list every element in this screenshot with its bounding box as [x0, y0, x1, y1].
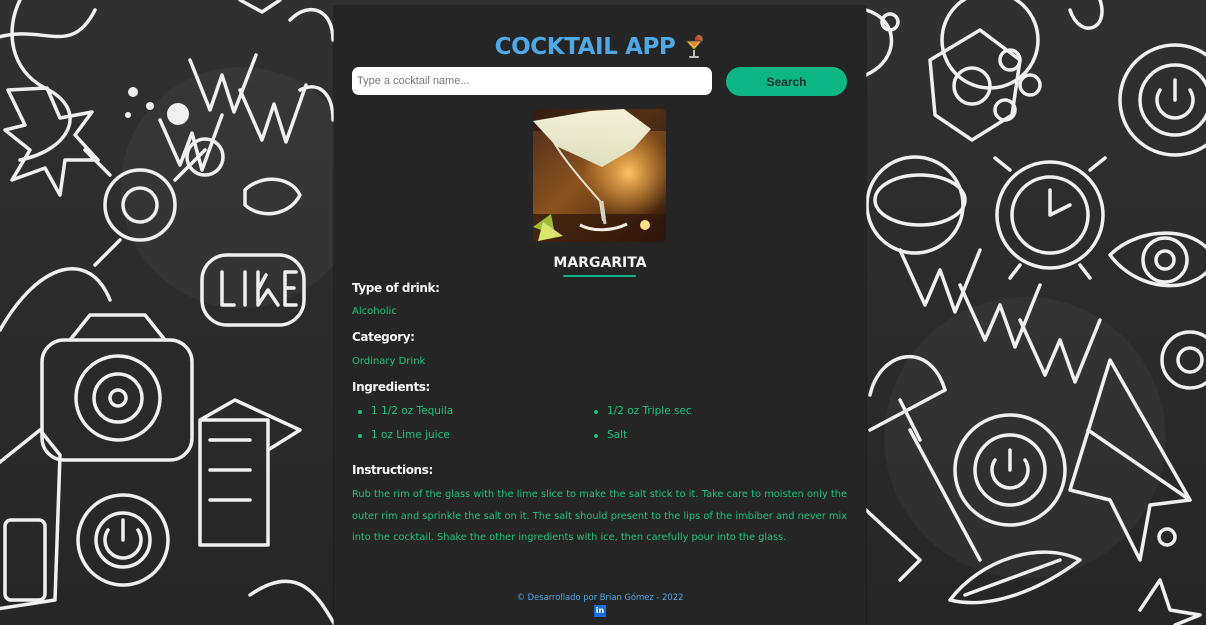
search-button[interactable]: Search — [726, 67, 847, 96]
ingredient-item: 1 1/2 oz Tequila — [371, 405, 454, 417]
ingredient-bullet — [358, 434, 362, 438]
instructions-label: Instructions: — [352, 463, 433, 477]
cocktail-glass-icon — [685, 34, 704, 58]
drink-photo — [533, 109, 666, 242]
category-label: Category: — [352, 330, 415, 344]
footer-credit: © Desarrollado por Brian Gómez - 2022 — [516, 592, 684, 602]
type-value: Alcoholic — [352, 306, 397, 317]
app-title: COCKTAIL APP — [494, 34, 676, 60]
ingredient-bullet — [594, 434, 598, 438]
cocktail-app-panel: COCKTAIL APP Search — [334, 6, 866, 625]
linkedin-icon[interactable]: in — [594, 605, 606, 617]
drink-name: MARGARITA — [553, 255, 647, 271]
instructions-text: Rub the rim of the glass with the lime s… — [352, 489, 847, 544]
ingredient-item: Salt — [607, 429, 628, 441]
category-value: Ordinary Drink — [352, 356, 426, 367]
cocktail-search-input[interactable] — [352, 67, 712, 95]
ingredient-bullet — [594, 410, 598, 414]
margarita-photo-image — [533, 109, 666, 242]
ingredient-bullet — [358, 410, 362, 414]
ingredient-item: 1/2 oz Triple sec — [607, 405, 692, 417]
app-header: COCKTAIL APP — [334, 32, 866, 62]
ingredients-label: Ingredients: — [352, 380, 430, 394]
type-label: Type of drink: — [352, 281, 440, 295]
ingredient-item: 1 oz Lime juice — [371, 429, 450, 441]
drink-name-underline — [563, 275, 636, 277]
